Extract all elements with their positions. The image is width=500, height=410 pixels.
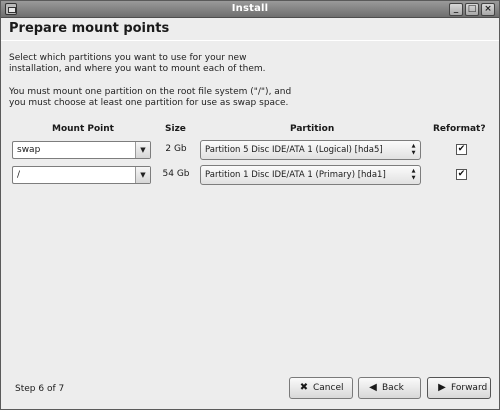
- forward-label: Forward: [451, 383, 488, 393]
- cancel-label: Cancel: [313, 383, 344, 393]
- intro-line-3: You must mount one partition on the root…: [9, 87, 292, 97]
- title-bar[interactable]: Install _ □ ×: [1, 1, 499, 18]
- install-window: Install _ □ × Prepare mount points Selec…: [0, 0, 500, 410]
- mount-point-combo[interactable]: / ▼: [12, 166, 151, 184]
- mount-point-value: swap: [17, 145, 41, 155]
- intro-line-1: Select which partitions you want to use …: [9, 53, 247, 63]
- header-divider: [1, 40, 499, 41]
- partition-size: 2 Gb: [165, 144, 187, 154]
- column-header-reformat: Reformat?: [433, 124, 486, 134]
- column-header-size: Size: [165, 124, 186, 134]
- partition-select[interactable]: Partition 1 Disc IDE/ATA 1 (Primary) [hd…: [200, 165, 421, 185]
- partition-size: 54 Gb: [162, 169, 190, 179]
- back-button[interactable]: ◀ Back: [358, 377, 421, 399]
- cancel-icon: ✖: [299, 382, 309, 393]
- close-icon[interactable]: ×: [481, 3, 495, 16]
- mount-point-combo[interactable]: swap ▼: [12, 141, 151, 159]
- page-header: Prepare mount points: [1, 18, 499, 40]
- reformat-checkbox[interactable]: ✔: [456, 144, 467, 155]
- partition-value: Partition 5 Disc IDE/ATA 1 (Logical) [hd…: [205, 145, 383, 155]
- page-title: Prepare mount points: [9, 21, 170, 36]
- minimize-icon[interactable]: _: [449, 3, 463, 16]
- intro-line-4: you must choose at least one partition f…: [9, 98, 289, 108]
- chevron-down-icon[interactable]: ▼: [135, 142, 150, 158]
- window-title: Install: [231, 3, 269, 14]
- chevron-down-icon[interactable]: ▼: [135, 167, 150, 183]
- partition-select[interactable]: Partition 5 Disc IDE/ATA 1 (Logical) [hd…: [200, 140, 421, 160]
- cancel-button[interactable]: ✖ Cancel: [289, 377, 353, 399]
- maximize-icon[interactable]: □: [465, 3, 479, 16]
- intro-line-2: installation, and where you want to moun…: [9, 64, 266, 74]
- back-label: Back: [382, 383, 404, 393]
- forward-arrow-icon: ▶: [438, 382, 446, 393]
- updown-arrows-icon: ▲ ▼: [411, 168, 416, 181]
- updown-arrows-icon: ▲ ▼: [411, 143, 416, 156]
- reformat-checkbox[interactable]: ✔: [456, 169, 467, 180]
- column-header-mount-point: Mount Point: [52, 124, 114, 134]
- mount-point-value: /: [17, 170, 21, 180]
- partition-value: Partition 1 Disc IDE/ATA 1 (Primary) [hd…: [205, 170, 386, 180]
- back-arrow-icon: ◀: [369, 382, 377, 393]
- step-indicator: Step 6 of 7: [15, 384, 65, 394]
- forward-button[interactable]: ▶ Forward: [427, 377, 491, 399]
- column-header-partition: Partition: [290, 124, 335, 134]
